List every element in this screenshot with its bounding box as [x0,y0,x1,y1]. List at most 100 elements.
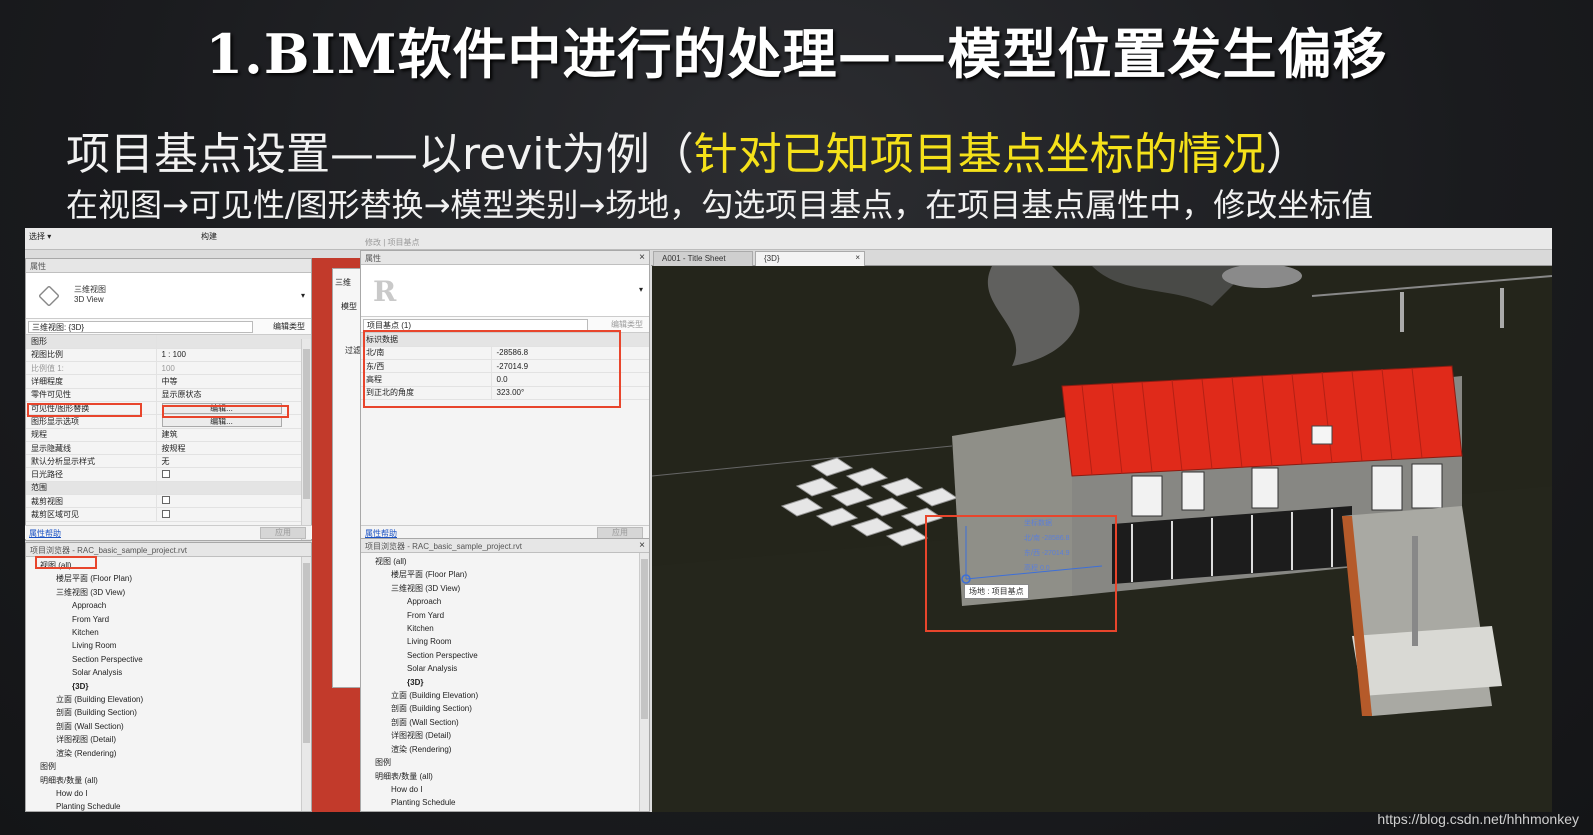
browser-item[interactable]: 三维视图 (3D View) [30,586,311,599]
browser-item[interactable]: 楼层平面 (Floor Plan) [30,572,311,585]
browser-item[interactable]: Kitchen [30,626,311,639]
property-key: 详细程度 [26,374,157,389]
property-row[interactable]: 零件可见性 显示原状态 [26,388,311,402]
right-properties-help: 属性帮助 应用 [361,525,649,539]
browser-item[interactable]: 立面 (Building Elevation) [30,693,311,706]
tab-3d-view[interactable]: {3D} × [755,251,865,266]
property-row[interactable]: 显示隐藏线 按规程 [26,441,311,456]
property-row[interactable]: 裁剪视图 [26,494,311,509]
right-browser-title: 项目浏览器 - RAC_basic_sample_project.rvt × [361,539,649,553]
browser-item[interactable]: Planting Schedule [30,800,311,811]
highlight-visibility-button [162,405,289,418]
property-value[interactable] [156,507,311,522]
property-row[interactable]: 日光路径 [26,467,311,482]
property-row[interactable]: 裁剪区域可见 [26,507,311,522]
browser-item[interactable]: Solar Analysis [365,662,649,675]
checkbox[interactable] [161,509,170,518]
property-key: 裁剪视图 [26,494,157,509]
browser-item[interactable]: How do I [30,787,311,800]
3d-view-canvas[interactable]: 坐标数据 北/南 -28586.8 东/西 -27014.9 高程 0.0 场地… [652,266,1552,812]
browser-item[interactable]: Section Perspective [365,649,649,662]
property-key: 规程 [26,428,157,442]
type-selector[interactable]: 三维视图 3D View ▾ [26,273,311,319]
edit-type-button[interactable]: 编辑类型 [273,321,305,332]
browser-item[interactable]: 剖面 (Building Section) [30,706,311,719]
tab-title-sheet[interactable]: A001 - Title Sheet [653,251,753,266]
checkbox[interactable] [161,496,170,505]
browser-item[interactable]: 剖面 (Wall Section) [365,716,649,729]
property-key: 范围 [26,481,157,496]
browser-item[interactable]: How do I [365,783,649,796]
browser-item[interactable]: {3D} [365,676,649,689]
close-icon[interactable]: × [639,540,645,551]
property-value: 建筑 [156,428,311,442]
select-menu[interactable]: 选择 ▾ [29,231,51,242]
right-properties-help-link[interactable]: 属性帮助 [365,529,397,538]
slide-subtitle: 项目基点设置——以revit为例（针对已知项目基点坐标的情况） [66,118,1310,182]
left-browser-title: 项目浏览器 - RAC_basic_sample_project.rvt [26,543,311,557]
right-type-selector[interactable]: R ▾ [361,265,649,317]
property-value[interactable] [156,494,311,509]
property-row[interactable]: 默认分析显示样式无 [26,454,311,469]
left-props-scrollbar[interactable] [301,339,311,540]
instance-selector[interactable]: 三维视图: {3D} [28,321,253,333]
right-edit-type-button[interactable]: 编辑类型 [611,319,643,330]
browser-item[interactable]: Living Room [365,635,649,648]
dialog-filter-label: 过滤 [345,346,361,355]
browser-item[interactable]: Approach [30,599,311,612]
browser-item[interactable]: 图例 [365,756,649,769]
browser-item[interactable]: 渲染 (Rendering) [365,743,649,756]
browser-item[interactable]: 详图视图 (Detail) [365,729,649,742]
highlight-coordinates [363,330,621,408]
browser-item[interactable]: Approach [365,595,649,608]
properties-help-link[interactable]: 属性帮助 [29,529,61,538]
browser-item[interactable]: 三维视图 (3D View) [365,582,649,595]
close-icon[interactable]: × [639,252,645,263]
browser-item[interactable]: From Yard [30,613,311,626]
left-project-browser: 项目浏览器 - RAC_basic_sample_project.rvt 视图 … [25,542,312,812]
property-row[interactable]: 规程 建筑 [26,428,311,442]
browser-item[interactable]: Solar Analysis [30,666,311,679]
browser-item[interactable]: 视图 (all) [365,555,649,568]
browser-item[interactable]: 渲染 (Rendering) [30,747,311,760]
browser-item[interactable]: Section Perspective [30,653,311,666]
revit-screenshot: 选择 ▾ 构建 修改 | 项目基点 属性 三维视图 3D View ▾ 三维视图:… [25,228,1552,812]
property-key: 裁剪区域可见 [26,507,157,522]
highlight-visibility-label [27,403,142,417]
property-row[interactable]: 视图比例 1 : 100 [26,348,311,363]
browser-item[interactable]: Kitchen [365,622,649,635]
browser-item[interactable]: Planting Schedule [365,796,649,809]
property-value: 1 : 100 [156,348,311,363]
modify-context-label: 修改 | 项目基点 [365,238,420,247]
browser-item[interactable]: 图例 [30,760,311,773]
browser-item[interactable]: 剖面 (Building Section) [365,702,649,715]
browser-item[interactable]: Living Room [30,639,311,652]
browser-item[interactable]: {3D} [30,680,311,693]
property-row[interactable]: 详细程度 中等 [26,374,311,389]
slide-instruction: 在视图→可见性/图形替换→模型类别→场地，勾选项目基点，在项目基点属性中，修改坐… [66,186,1374,224]
browser-item[interactable]: From Yard [365,609,649,622]
property-value[interactable] [156,467,311,482]
browser-item[interactable]: 立面 (Building Elevation) [365,689,649,702]
chevron-down-icon: ▾ [638,285,643,294]
property-group: 范围 [26,481,311,496]
property-key: 视图比例 [26,348,157,363]
dialog-model-label: 模型 [341,302,357,311]
subtitle-suffix: ） [1265,129,1310,180]
property-key: 默认分析显示样式 [26,454,157,469]
slide-title: 1.BIM软件中进行的处理——模型位置发生偏移 [205,22,1388,86]
browser-item[interactable]: 明细表/数量 (all) [365,770,649,783]
left-browser-scrollbar[interactable] [301,557,311,811]
browser-item[interactable]: 剖面 (Wall Section) [30,720,311,733]
property-value [156,481,311,496]
close-icon[interactable]: × [855,253,860,262]
browser-item[interactable]: 楼层平面 (Floor Plan) [365,568,649,581]
apply-button[interactable]: 应用 [260,527,306,539]
right-browser-scrollbar[interactable] [639,553,649,811]
browser-item[interactable]: 详图视图 (Detail) [30,733,311,746]
property-value: 按规程 [156,441,311,456]
property-row[interactable]: 比例值 1: 100 [26,361,311,376]
browser-item[interactable]: 明细表/数量 (all) [30,774,311,787]
overlay-line-elev: 高程 0.0 [1024,565,1050,572]
checkbox[interactable] [161,469,170,478]
